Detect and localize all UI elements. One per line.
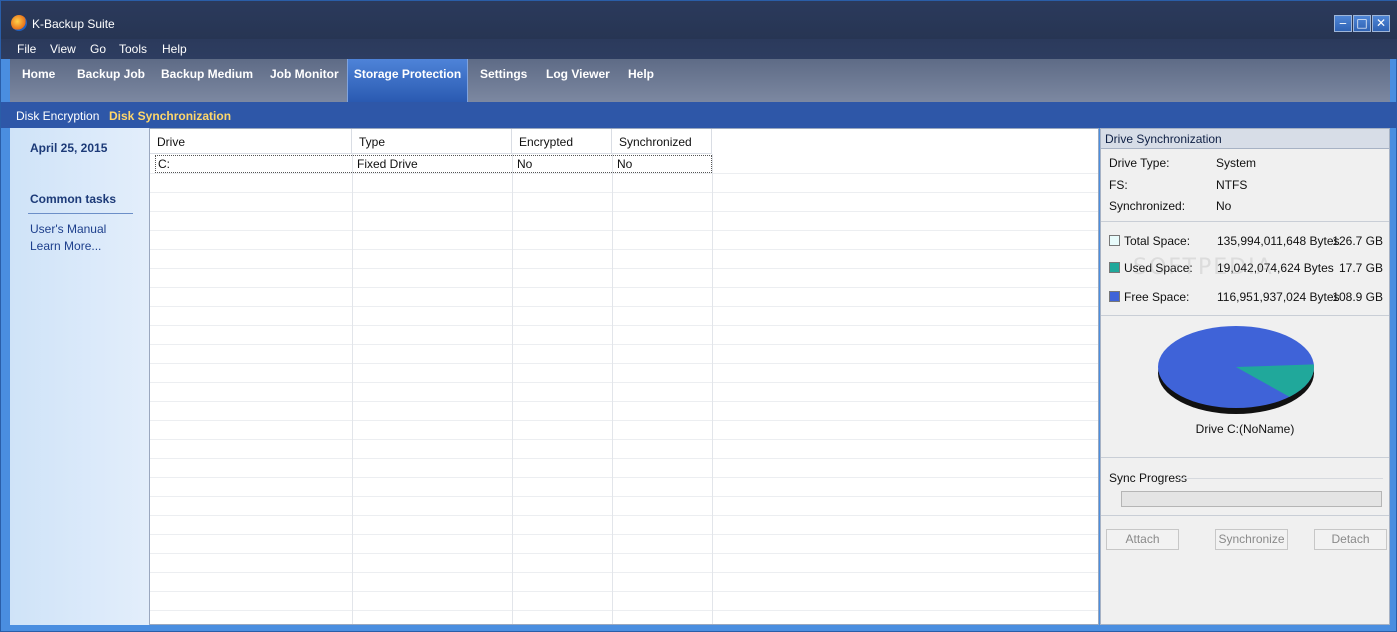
total-space-label: Total Space:: [1124, 234, 1191, 248]
panel-divider: [1101, 315, 1389, 316]
row-divider: [150, 496, 1098, 497]
row-divider: [150, 192, 1098, 193]
used-space-swatch: [1109, 262, 1120, 273]
menu-file[interactable]: File: [17, 42, 36, 56]
column-divider: [352, 154, 353, 624]
synchronized-label: Synchronized:: [1109, 199, 1186, 213]
row-divider: [150, 439, 1098, 440]
free-space-bytes: 116,951,937,024 Bytes: [1217, 290, 1340, 304]
sync-progress-label: Sync Progress: [1109, 471, 1188, 485]
row-divider: [150, 401, 1098, 402]
panel-divider: [1101, 221, 1389, 222]
learn-more-link[interactable]: Learn More...: [30, 239, 101, 253]
free-space-swatch: [1109, 291, 1120, 302]
sync-progress-bar: [1121, 491, 1382, 507]
row-divider: [150, 553, 1098, 554]
main-tab-bar: Home Backup Job Backup Medium Job Monito…: [10, 59, 1390, 102]
cell-synchronized: No: [617, 157, 633, 171]
group-line: [1178, 478, 1383, 479]
used-space-gb: 17.7 GB: [1338, 261, 1383, 275]
menu-bar: File View Go Tools Help: [1, 39, 1397, 59]
tab-settings[interactable]: Settings: [480, 59, 527, 102]
row-divider: [150, 572, 1098, 573]
panel-header: Drive Synchronization: [1101, 129, 1389, 149]
drive-type-label: Drive Type:: [1109, 156, 1170, 170]
watermark-text: SOFTPEDIA: [1133, 255, 1274, 280]
column-header-synchronized[interactable]: Synchronized: [612, 129, 712, 154]
drive-table[interactable]: Drive Type Encrypted Synchronized C: Fix…: [149, 128, 1099, 625]
synchronized-value: No: [1216, 199, 1232, 213]
detach-button[interactable]: Detach: [1314, 529, 1387, 550]
row-divider: [150, 249, 1098, 250]
app-window: K-Backup Suite ‒ □ ✕ File View Go Tools …: [0, 0, 1397, 632]
fs-label: FS:: [1109, 178, 1128, 192]
row-divider: [150, 477, 1098, 478]
tab-home[interactable]: Home: [22, 59, 55, 102]
menu-help[interactable]: Help: [162, 42, 187, 56]
sidebar: April 25, 2015 Common tasks User's Manua…: [10, 128, 149, 625]
panel-divider: [1101, 457, 1389, 458]
tab-storage-protection[interactable]: Storage Protection: [347, 59, 468, 102]
row-divider: [150, 591, 1098, 592]
app-logo-icon: [11, 15, 27, 31]
cell-encrypted: No: [517, 157, 533, 171]
row-divider: [150, 173, 1098, 174]
free-space-gb: 108.9 GB: [1332, 290, 1383, 304]
tab-log-viewer[interactable]: Log Viewer: [546, 59, 610, 102]
row-divider: [150, 420, 1098, 421]
row-divider: [150, 287, 1098, 288]
row-divider: [150, 230, 1098, 231]
column-divider: [512, 154, 513, 624]
drive-sync-panel: Drive Synchronization Drive Type: System…: [1100, 128, 1390, 625]
tab-job-monitor[interactable]: Job Monitor: [270, 59, 339, 102]
title-bar: K-Backup Suite ‒ □ ✕: [1, 1, 1397, 39]
sidebar-divider: [28, 213, 133, 214]
fs-value: NTFS: [1216, 178, 1248, 192]
column-header-type[interactable]: Type: [352, 129, 512, 154]
column-divider: [612, 154, 613, 624]
menu-go[interactable]: Go: [90, 42, 106, 56]
common-tasks-heading: Common tasks: [30, 192, 117, 206]
subtab-disk-encryption[interactable]: Disk Encryption: [16, 109, 99, 123]
tab-backup-job[interactable]: Backup Job: [77, 59, 145, 102]
row-divider: [150, 211, 1098, 212]
row-divider: [150, 515, 1098, 516]
cell-drive: C:: [158, 157, 170, 171]
tab-help[interactable]: Help: [628, 59, 654, 102]
maximize-button[interactable]: □: [1353, 15, 1371, 32]
total-space-swatch: [1109, 235, 1120, 246]
close-button[interactable]: ✕: [1372, 15, 1390, 32]
menu-view[interactable]: View: [50, 42, 76, 56]
row-divider: [150, 458, 1098, 459]
tab-backup-medium[interactable]: Backup Medium: [161, 59, 253, 102]
menu-tools[interactable]: Tools: [119, 42, 147, 56]
minimize-button[interactable]: ‒: [1334, 15, 1352, 32]
row-divider: [150, 610, 1098, 611]
disk-usage-pie-chart: [1158, 326, 1314, 414]
row-divider: [150, 344, 1098, 345]
subtab-disk-synchronization[interactable]: Disk Synchronization: [109, 109, 231, 123]
users-manual-link[interactable]: User's Manual: [30, 222, 106, 236]
row-divider: [150, 363, 1098, 364]
column-header-encrypted[interactable]: Encrypted: [512, 129, 612, 154]
free-space-label: Free Space:: [1124, 290, 1190, 304]
row-divider: [150, 382, 1098, 383]
current-date: April 25, 2015: [30, 141, 108, 155]
column-divider: [712, 154, 713, 624]
sub-tab-bar: Disk Encryption Disk Synchronization: [1, 102, 1397, 128]
synchronize-button[interactable]: Synchronize: [1215, 529, 1288, 550]
total-space-gb: 126.7 GB: [1332, 234, 1383, 248]
drive-type-value: System: [1216, 156, 1257, 170]
row-divider: [150, 325, 1098, 326]
row-divider: [150, 306, 1098, 307]
pie-caption: Drive C:(NoName): [1195, 422, 1295, 436]
attach-button[interactable]: Attach: [1106, 529, 1179, 550]
row-divider: [150, 268, 1098, 269]
column-header-drive[interactable]: Drive: [150, 129, 352, 154]
window-title: K-Backup Suite: [32, 17, 115, 31]
total-space-bytes: 135,994,011,648 Bytes: [1217, 234, 1340, 248]
cell-type: Fixed Drive: [357, 157, 418, 171]
row-divider: [150, 534, 1098, 535]
panel-divider: [1101, 515, 1389, 516]
